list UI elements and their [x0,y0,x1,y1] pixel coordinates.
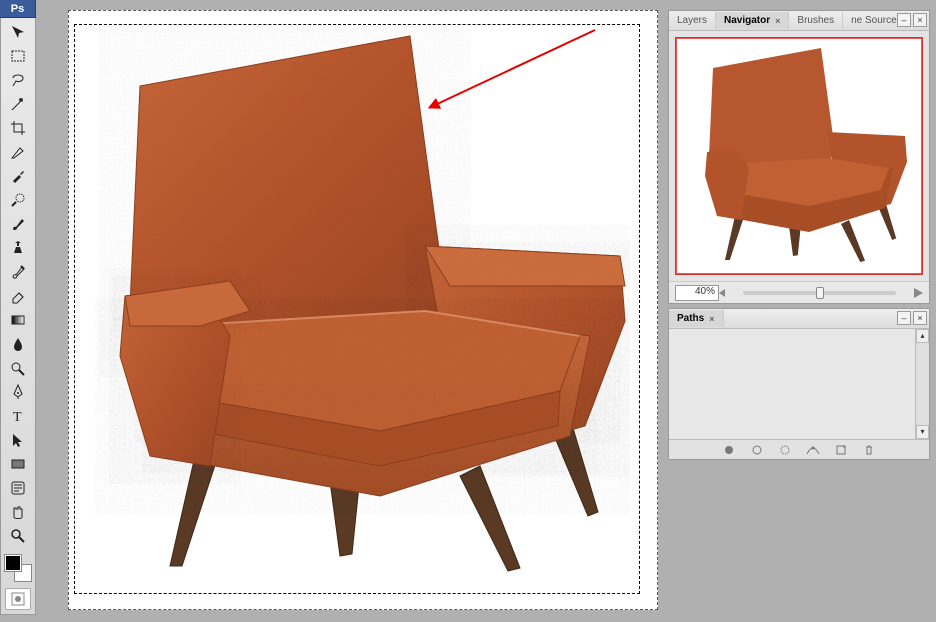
path-selection-tool[interactable] [5,429,31,451]
annotation-arrow [420,20,610,120]
zoom-slider-thumb[interactable] [816,287,824,299]
tab-layers-label: Layers [677,15,707,26]
tab-navigator[interactable]: Navigator × [716,12,789,29]
zoom-tool[interactable] [5,525,31,547]
navigator-thumbnail [684,44,914,268]
notes-tool[interactable] [5,477,31,499]
stroke-path-button[interactable] [749,442,765,458]
app-logo-text: Ps [11,3,24,15]
paths-body: ▴ ▾ [669,329,929,459]
tools-toolbar: T [0,18,36,615]
tab-paths-label: Paths [677,313,704,324]
hand-tool[interactable] [5,501,31,523]
paths-panel: Paths × – × ▴ ▾ [668,308,930,460]
panel-minimize-button[interactable]: – [897,13,911,27]
blur-tool[interactable] [5,333,31,355]
tab-navigator-label: Navigator [724,15,770,26]
clone-stamp-tool[interactable] [5,237,31,259]
zoom-value-field[interactable]: 40% [675,285,719,301]
quick-mask-toggle[interactable] [5,588,31,610]
tab-brushes-label: Brushes [797,15,834,26]
slice-tool[interactable] [5,141,31,163]
color-swatches[interactable] [4,554,32,582]
rectangular-marquee-tool[interactable] [5,45,31,67]
tab-layers[interactable]: Layers [669,12,716,29]
scroll-down-button[interactable]: ▾ [916,425,929,439]
svg-text:T: T [13,410,22,424]
type-tool[interactable]: T [5,405,31,427]
eyedropper-tool[interactable] [5,165,31,187]
new-path-button[interactable] [833,442,849,458]
crop-tool[interactable] [5,117,31,139]
panel-close-button[interactable]: × [913,13,927,27]
paths-panel-header: Paths × – × [669,309,929,329]
eraser-tool[interactable] [5,285,31,307]
navigator-body [669,31,929,281]
navigator-preview[interactable] [675,37,923,275]
tab-brushes[interactable]: Brushes [789,12,843,29]
pen-tool[interactable] [5,381,31,403]
zoom-slider[interactable] [743,291,896,295]
zoom-out-icon[interactable] [719,289,725,297]
paths-footer [669,439,929,459]
scroll-up-button[interactable]: ▴ [916,329,929,343]
fill-path-button[interactable] [721,442,737,458]
navigator-panel-header: Layers Navigator × Brushes ne Source – × [669,11,929,31]
close-icon[interactable]: × [709,314,714,324]
make-workpath-button[interactable] [805,442,821,458]
rectangle-shape-tool[interactable] [5,453,31,475]
paths-scrollbar[interactable]: ▴ ▾ [915,329,929,439]
panel-close-button[interactable]: × [913,311,927,325]
dodge-tool[interactable] [5,357,31,379]
delete-path-button[interactable] [861,442,877,458]
panels-dock: Layers Navigator × Brushes ne Source – × [668,10,930,460]
foreground-color-swatch[interactable] [4,554,22,572]
app-logo: Ps [0,0,36,18]
load-selection-button[interactable] [777,442,793,458]
zoom-in-icon[interactable] [914,288,923,298]
navigator-panel: Layers Navigator × Brushes ne Source – × [668,10,930,304]
lasso-tool[interactable] [5,69,31,91]
magic-wand-tool[interactable] [5,93,31,115]
tab-paths[interactable]: Paths × [669,310,724,327]
gradient-tool[interactable] [5,309,31,331]
brush-tool[interactable] [5,213,31,235]
navigator-zoom-bar: 40% [669,281,929,303]
close-icon[interactable]: × [775,16,780,26]
history-brush-tool[interactable] [5,261,31,283]
move-tool[interactable] [5,21,31,43]
panel-minimize-button[interactable]: – [897,311,911,325]
spot-healing-tool[interactable] [5,189,31,211]
tab-clone-source-label: ne Source [851,15,897,26]
